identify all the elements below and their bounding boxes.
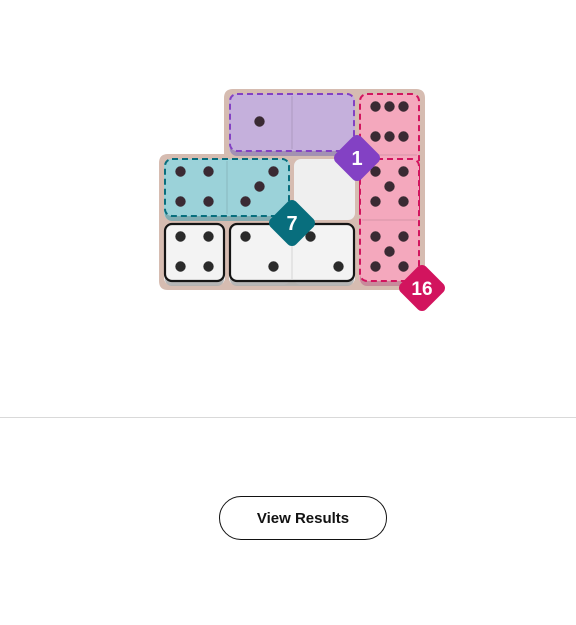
pip [370,101,381,112]
pip [203,166,214,177]
pip [333,261,344,272]
pip [175,166,186,177]
pip [268,166,279,177]
pip [175,231,186,242]
view-results-button[interactable]: View Results [219,496,387,540]
domino-left-lower [163,222,226,286]
domino-teal-pair [164,158,290,221]
pip [254,181,265,192]
pip [398,231,409,242]
pip [268,261,279,272]
pip [384,181,395,192]
region-badge-label: 1 [351,148,362,170]
pip [175,261,186,272]
pip [240,196,251,207]
pip [398,261,409,272]
pip [175,196,186,207]
puzzle-board: 1716 [159,89,445,311]
pip [370,231,381,242]
pip [398,131,409,142]
pip [398,101,409,112]
domino-purple-pair [229,93,355,156]
pip [240,231,251,242]
domino-body [163,222,226,283]
domino-pink-lower [359,158,420,286]
pip [398,196,409,207]
pip [384,101,395,112]
region-badge-label: 16 [411,279,432,300]
pip [370,261,381,272]
pip [203,231,214,242]
pip [370,131,381,142]
region-badge-label: 7 [286,213,297,235]
pip [384,246,395,257]
pip [254,116,265,127]
pip [398,166,409,177]
section-divider [0,417,576,418]
pip [370,196,381,207]
pip [203,196,214,207]
pip [203,261,214,272]
pip [384,131,395,142]
